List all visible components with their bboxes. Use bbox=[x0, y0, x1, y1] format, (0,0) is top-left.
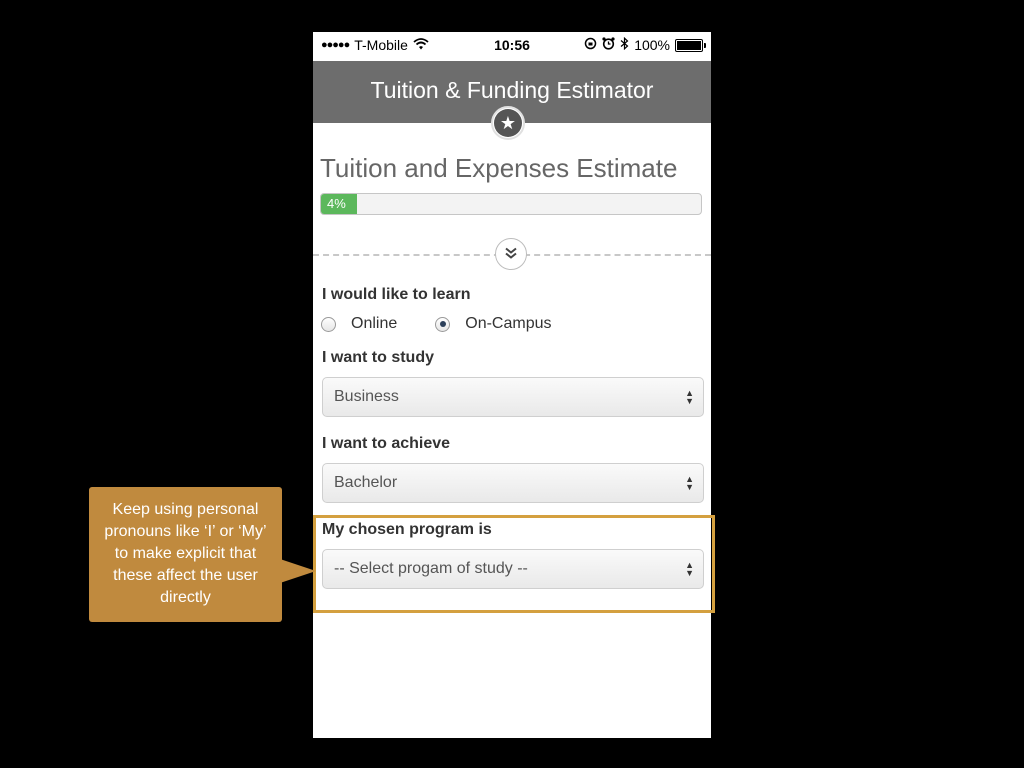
degree-select-value: Bachelor bbox=[334, 474, 398, 491]
battery-percent: 100% bbox=[634, 37, 670, 53]
degree-select[interactable]: Bachelor ▲ ▼ bbox=[322, 463, 704, 503]
annotation-callout: Keep using personal pronouns like ‘I’ or… bbox=[89, 487, 282, 622]
learn-mode-options: Online On-Campus bbox=[321, 315, 552, 333]
double-chevron-down-icon bbox=[504, 246, 518, 263]
radio-online-label[interactable]: Online bbox=[351, 315, 397, 333]
star-icon: ★ bbox=[494, 109, 522, 137]
study-select-value: Business bbox=[334, 388, 399, 405]
phone-screen: ●●●●● T-Mobile 10:56 100% Tuition & Fund… bbox=[313, 32, 711, 738]
bluetooth-icon bbox=[620, 36, 629, 53]
annotation-highlight-box bbox=[313, 515, 715, 613]
select-arrows-icon: ▲ ▼ bbox=[685, 474, 694, 492]
orientation-lock-icon bbox=[584, 37, 597, 53]
learn-mode-label: I would like to learn bbox=[322, 286, 471, 303]
radio-on-campus-label[interactable]: On-Campus bbox=[465, 315, 551, 333]
favorite-button[interactable]: ★ bbox=[491, 106, 525, 140]
app-title: Tuition & Funding Estimator bbox=[370, 77, 654, 103]
status-right: 100% bbox=[584, 36, 706, 53]
select-arrows-icon: ▲ ▼ bbox=[685, 388, 694, 406]
collapse-toggle-button[interactable] bbox=[495, 238, 527, 270]
study-select[interactable]: Business ▲ ▼ bbox=[322, 377, 704, 417]
callout-text: Keep using personal pronouns like ‘I’ or… bbox=[104, 501, 267, 606]
alarm-icon bbox=[602, 37, 615, 53]
progress-fill: 4% bbox=[321, 194, 358, 214]
achieve-field-label: I want to achieve bbox=[322, 435, 451, 452]
radio-on-campus[interactable] bbox=[435, 316, 451, 332]
callout-pointer bbox=[280, 559, 316, 583]
battery-icon bbox=[675, 38, 706, 52]
progress-label: 4% bbox=[327, 196, 346, 211]
radio-online[interactable] bbox=[321, 316, 336, 332]
status-bar: ●●●●● T-Mobile 10:56 100% bbox=[313, 32, 711, 61]
page-title: Tuition and Expenses Estimate bbox=[320, 153, 678, 183]
study-field-label: I want to study bbox=[322, 349, 434, 366]
progress-bar: 4% bbox=[320, 193, 702, 215]
